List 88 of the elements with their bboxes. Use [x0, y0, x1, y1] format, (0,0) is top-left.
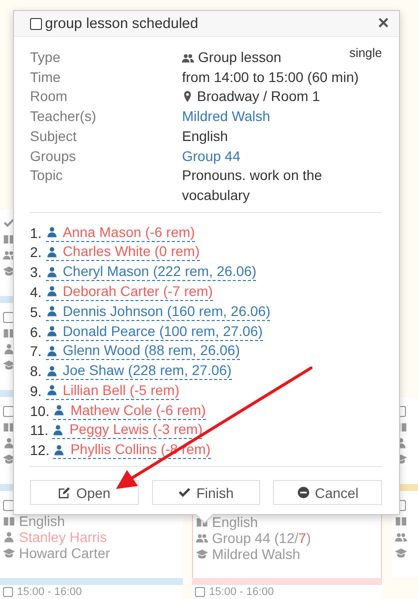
list-number: 7. — [30, 343, 42, 360]
person-icon — [46, 305, 58, 318]
checkbox[interactable] — [3, 406, 14, 416]
group-icon — [196, 532, 208, 544]
open-button[interactable]: Open — [30, 480, 139, 506]
student-link[interactable]: Dennis Johnson (160 rem, 26.06) — [46, 302, 270, 321]
person-icon — [53, 404, 66, 416]
field-link[interactable]: Mildred Walsh — [182, 107, 270, 127]
student-link[interactable]: Joe Shaw (228 rem, 27.06) — [46, 362, 232, 380]
field-link[interactable]: Group 44 — [182, 146, 240, 166]
student-link[interactable]: Mathew Cole (-6 rem) — [53, 402, 206, 420]
field-label: Room — [30, 87, 68, 106]
checkbox[interactable] — [195, 587, 205, 597]
field-label: Topic — [30, 166, 64, 186]
graduation-cap-icon — [3, 453, 15, 465]
list-number: 8. — [30, 363, 42, 380]
frequency-label: single — [349, 45, 382, 62]
person-icon — [3, 531, 15, 543]
student-link[interactable]: Deborah Carter (-7 rem) — [46, 282, 213, 301]
list-number: 6. — [30, 324, 42, 340]
check-icon — [178, 486, 192, 500]
list-number: 2. — [30, 244, 42, 260]
checkbox[interactable] — [3, 312, 14, 322]
person-icon — [46, 266, 58, 278]
list-number: 12. — [30, 442, 50, 458]
teacher-name: Howard Carter — [19, 545, 110, 561]
list-number: 5. — [30, 304, 42, 320]
group-icon — [3, 249, 15, 261]
student-link[interactable]: Lillian Bell (-5 rem) — [46, 382, 180, 400]
field-value: English — [182, 126, 229, 146]
person-icon — [3, 437, 15, 449]
student-link[interactable]: Peggy Lewis (-3 rem) — [52, 421, 202, 440]
lesson-type-text: Group lesson — [198, 48, 282, 67]
list-number: 11. — [30, 422, 48, 438]
person-icon — [46, 325, 58, 337]
student-link[interactable]: Cheryl Mason (222 rem, 26.06) — [46, 263, 256, 282]
close-button[interactable]: × — [378, 14, 389, 34]
lesson-card[interactable] — [392, 491, 418, 578]
time-text: 15:00 - 16:00 — [209, 586, 274, 598]
book-icon — [3, 515, 15, 527]
person-icon — [46, 285, 58, 298]
map-pin-icon — [182, 91, 193, 102]
graduation-cap-icon — [3, 547, 15, 559]
list-number: 1. — [30, 224, 42, 241]
student-link[interactable]: Charles White (0 rem) — [46, 243, 200, 262]
person-icon — [53, 444, 66, 456]
person-icon — [46, 226, 58, 238]
book-icon — [395, 515, 407, 527]
checkbox[interactable] — [3, 587, 13, 597]
group-icon — [182, 52, 194, 64]
edit-icon — [58, 486, 72, 500]
group-icon — [395, 531, 407, 543]
room-text: Broadway / Room 1 — [197, 87, 320, 106]
person-icon — [52, 424, 64, 436]
person-icon — [3, 343, 15, 355]
graduation-cap-icon — [3, 265, 15, 277]
popup-title: group lesson scheduled — [45, 16, 200, 32]
list-number: 3. — [30, 264, 42, 280]
field-label: Subject — [30, 126, 78, 146]
graduation-cap-icon — [395, 547, 407, 559]
teacher-name: Mildred Walsh — [212, 546, 300, 562]
student-link[interactable]: Anna Mason (-6 rem) — [46, 224, 195, 242]
graduation-cap-icon — [3, 359, 15, 371]
person-icon — [46, 364, 58, 377]
field-value: Pronouns. work on the vocabulary — [182, 166, 324, 205]
field-label: Type — [30, 48, 62, 67]
subject-text: English — [212, 514, 258, 530]
student-link[interactable]: Donald Pearce (100 rem, 27.06) — [46, 322, 263, 340]
field-label: Teacher(s) — [30, 107, 98, 126]
student-name: Stanley Harris — [19, 529, 107, 545]
field-value: from 14:00 to 15:00 (60 min) — [182, 68, 360, 87]
time-text: 15:00 - 16:00 — [17, 586, 82, 598]
list-number: 4. — [30, 284, 42, 300]
graduation-cap-icon — [196, 548, 208, 560]
person-icon — [46, 384, 58, 396]
person-icon — [46, 344, 58, 357]
checkbox[interactable] — [30, 18, 42, 30]
list-number: 10. — [30, 402, 50, 419]
group-text: Group 44 (12/7) — [212, 530, 311, 546]
field-label: Groups — [30, 146, 77, 166]
checkbox[interactable] — [3, 500, 14, 510]
list-number: 9. — [30, 382, 42, 399]
cancel-button[interactable]: Cancel — [273, 480, 382, 506]
field-label: Time — [30, 68, 62, 87]
student-link[interactable]: Glenn Wood (88 rem, 26.06) — [46, 342, 240, 360]
subject-text: English — [19, 513, 65, 529]
person-icon — [46, 246, 58, 258]
finish-button[interactable]: Finish — [152, 480, 260, 506]
